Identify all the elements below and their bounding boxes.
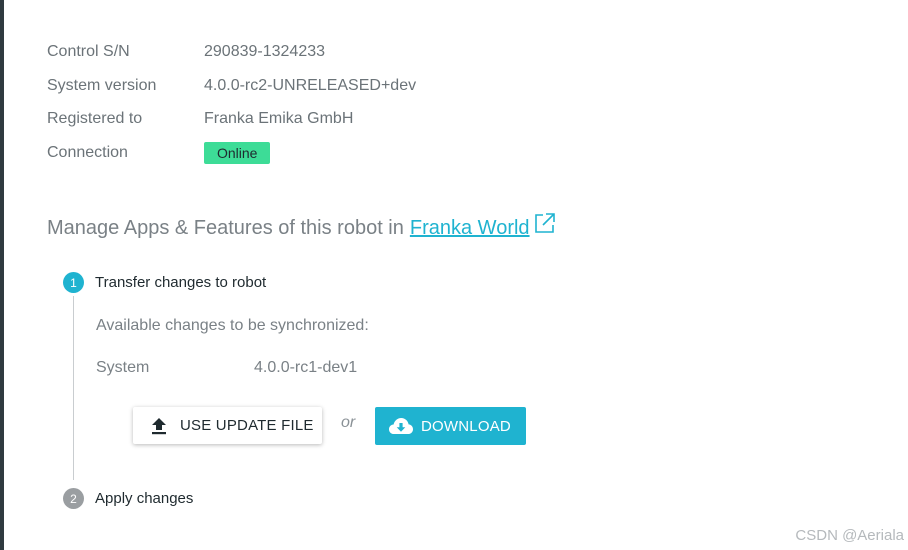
- franka-world-link[interactable]: Franka World: [410, 217, 530, 240]
- step-2-indicator: 2: [63, 488, 84, 509]
- info-row-registered-to: Registered to Franka Emika GmbH: [47, 107, 353, 131]
- available-changes-label: Available changes to be synchronized:: [96, 317, 369, 334]
- stepper-connector-line: [73, 296, 74, 480]
- robot-settings-page: Control S/N 290839-1324233 System versio…: [0, 0, 908, 550]
- info-row-system-version: System version 4.0.0-rc2-UNRELEASED+dev: [47, 74, 416, 98]
- step-1-indicator: 1: [63, 272, 84, 293]
- use-update-file-button[interactable]: USE UPDATE FILE: [133, 407, 322, 444]
- use-update-file-label: USE UPDATE FILE: [180, 417, 314, 434]
- component-version: 4.0.0-rc1-dev1: [254, 359, 358, 376]
- info-row-control-sn: Control S/N 290839-1324233: [47, 40, 325, 64]
- cloud-download-icon: [388, 416, 414, 436]
- info-label: Connection: [47, 144, 128, 161]
- connection-status-badge: Online: [204, 142, 271, 164]
- step-1-title: Transfer changes to robot: [95, 274, 267, 291]
- info-label: System version: [47, 77, 157, 94]
- manage-apps-text: Manage Apps & Features of this robot in: [47, 217, 404, 239]
- info-value: 290839-1324233: [204, 43, 326, 60]
- info-value: 4.0.0-rc2-UNRELEASED+dev: [204, 77, 417, 94]
- or-separator: or: [341, 414, 356, 431]
- download-button[interactable]: DOWNLOAD: [375, 407, 526, 445]
- info-value: Franka Emika GmbH: [204, 110, 354, 127]
- watermark-text: CSDN @Aeriala: [795, 527, 904, 544]
- download-label: DOWNLOAD: [421, 417, 511, 435]
- upload-icon: [149, 416, 169, 436]
- step-2-title: Apply changes: [95, 490, 194, 507]
- component-name: System: [96, 359, 150, 376]
- info-row-connection: Connection Online: [47, 141, 271, 165]
- external-link-icon[interactable]: [534, 212, 556, 234]
- left-panel-edge: [0, 0, 4, 550]
- info-label: Control S/N: [47, 43, 130, 60]
- manage-apps-heading: Manage Apps & Features of this robot in …: [47, 212, 556, 240]
- info-label: Registered to: [47, 110, 143, 127]
